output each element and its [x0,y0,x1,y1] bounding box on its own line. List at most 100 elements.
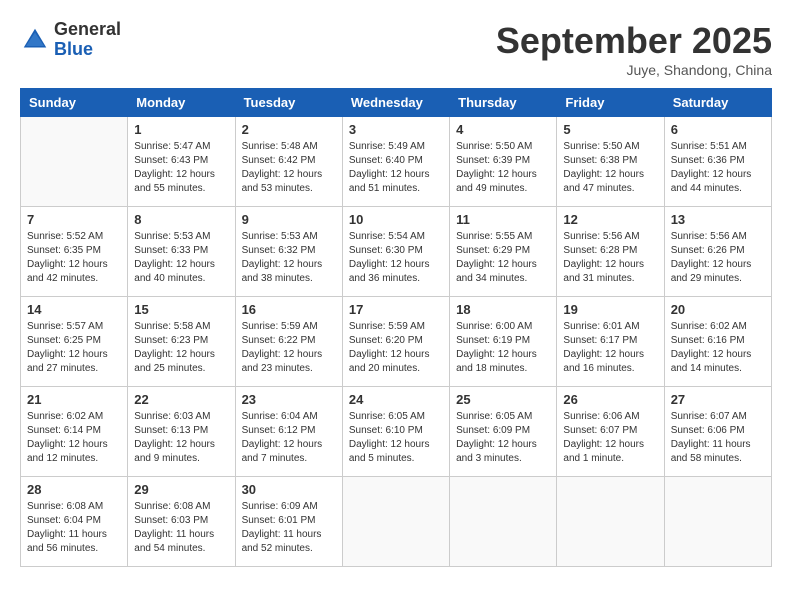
calendar-cell [664,477,771,567]
calendar-cell: 11 Sunrise: 5:55 AM Sunset: 6:29 PM Dayli… [450,207,557,297]
day-info: Sunrise: 5:59 AM Sunset: 6:20 PM Dayligh… [349,320,443,376]
calendar-table: SundayMondayTuesdayWednesdayThursdayFrid… [20,88,772,567]
day-number: 22 [134,392,228,407]
calendar-cell: 8 Sunrise: 5:53 AM Sunset: 6:33 PM Daylig… [128,207,235,297]
day-info: Sunrise: 5:56 AM Sunset: 6:28 PM Dayligh… [563,230,657,286]
calendar-cell: 1 Sunrise: 5:47 AM Sunset: 6:43 PM Daylig… [128,117,235,207]
day-number: 26 [563,392,657,407]
day-info: Sunrise: 6:02 AM Sunset: 6:16 PM Dayligh… [671,320,765,376]
logo-text: General Blue [54,20,121,60]
calendar-cell: 15Sunrise: 5:58 AM Sunset: 6:23 PM Dayli… [128,297,235,387]
page-header: General Blue September 2025 Juye, Shando… [20,20,772,78]
day-number: 10 [349,212,443,227]
calendar-cell: 28 Sunrise: 6:08 AM Sunset: 6:04 PM Dayli… [21,477,128,567]
column-header-monday: Monday [128,89,235,117]
day-info: Sunrise: 6:05 AM Sunset: 6:09 PM Dayligh… [456,410,550,466]
calendar-week-row: 28 Sunrise: 6:08 AM Sunset: 6:04 PM Dayli… [21,477,772,567]
calendar-cell: 2 Sunrise: 5:48 AM Sunset: 6:42 PM Daylig… [235,117,342,207]
calendar-cell: 19Sunrise: 6:01 AM Sunset: 6:17 PM Dayli… [557,297,664,387]
day-info: Sunrise: 6:08 AM Sunset: 6:04 PM Dayligh… [27,500,121,556]
day-info: Sunrise: 6:02 AM Sunset: 6:14 PM Dayligh… [27,410,121,466]
calendar-cell: 6 Sunrise: 5:51 AM Sunset: 6:36 PM Daylig… [664,117,771,207]
calendar-week-row: 14 Sunrise: 5:57 AM Sunset: 6:25 PM Dayli… [21,297,772,387]
day-number: 12 [563,212,657,227]
calendar-cell: 13Sunrise: 5:56 AM Sunset: 6:26 PM Dayli… [664,207,771,297]
logo: General Blue [20,20,121,60]
day-info: Sunrise: 5:53 AM Sunset: 6:32 PM Dayligh… [242,230,336,286]
calendar-cell: 4 Sunrise: 5:50 AM Sunset: 6:39 PM Daylig… [450,117,557,207]
day-info: Sunrise: 5:48 AM Sunset: 6:42 PM Dayligh… [242,140,336,196]
logo-blue-text: Blue [54,40,121,60]
day-number: 29 [134,482,228,497]
calendar-cell: 18 Sunrise: 6:00 AM Sunset: 6:19 PM Dayli… [450,297,557,387]
location: Juye, Shandong, China [496,62,772,78]
day-number: 7 [27,212,121,227]
day-number: 30 [242,482,336,497]
calendar-cell: 17 Sunrise: 5:59 AM Sunset: 6:20 PM Dayli… [342,297,449,387]
day-number: 3 [349,122,443,137]
calendar-cell: 30 Sunrise: 6:09 AM Sunset: 6:01 PM Dayli… [235,477,342,567]
calendar-cell: 22 Sunrise: 6:03 AM Sunset: 6:13 PM Dayli… [128,387,235,477]
day-info: Sunrise: 5:53 AM Sunset: 6:33 PM Dayligh… [134,230,228,286]
day-number: 25 [456,392,550,407]
column-header-wednesday: Wednesday [342,89,449,117]
day-info: Sunrise: 5:54 AM Sunset: 6:30 PM Dayligh… [349,230,443,286]
column-header-tuesday: Tuesday [235,89,342,117]
day-number: 11 [456,212,550,227]
day-number: 23 [242,392,336,407]
day-info: Sunrise: 6:07 AM Sunset: 6:06 PM Dayligh… [671,410,765,466]
day-number: 16 [242,302,336,317]
day-info: Sunrise: 6:01 AM Sunset: 6:17 PM Dayligh… [563,320,657,376]
day-number: 6 [671,122,765,137]
day-number: 4 [456,122,550,137]
calendar-cell: 14 Sunrise: 5:57 AM Sunset: 6:25 PM Dayli… [21,297,128,387]
day-info: Sunrise: 5:55 AM Sunset: 6:29 PM Dayligh… [456,230,550,286]
calendar-cell: 12 Sunrise: 5:56 AM Sunset: 6:28 PM Dayli… [557,207,664,297]
calendar-cell: 16 Sunrise: 5:59 AM Sunset: 6:22 PM Dayli… [235,297,342,387]
day-info: Sunrise: 6:09 AM Sunset: 6:01 PM Dayligh… [242,500,336,556]
calendar-cell: 26Sunrise: 6:06 AM Sunset: 6:07 PM Dayli… [557,387,664,477]
calendar-cell: 9 Sunrise: 5:53 AM Sunset: 6:32 PM Daylig… [235,207,342,297]
day-number: 17 [349,302,443,317]
day-info: Sunrise: 5:52 AM Sunset: 6:35 PM Dayligh… [27,230,121,286]
calendar-cell: 29 Sunrise: 6:08 AM Sunset: 6:03 PM Dayli… [128,477,235,567]
day-info: Sunrise: 5:50 AM Sunset: 6:39 PM Dayligh… [456,140,550,196]
calendar-cell: 23Sunrise: 6:04 AM Sunset: 6:12 PM Dayli… [235,387,342,477]
calendar-cell: 24 Sunrise: 6:05 AM Sunset: 6:10 PM Dayli… [342,387,449,477]
day-number: 28 [27,482,121,497]
day-info: Sunrise: 5:50 AM Sunset: 6:38 PM Dayligh… [563,140,657,196]
day-info: Sunrise: 6:08 AM Sunset: 6:03 PM Dayligh… [134,500,228,556]
calendar-week-row: 21Sunrise: 6:02 AM Sunset: 6:14 PM Dayli… [21,387,772,477]
calendar-cell: 3 Sunrise: 5:49 AM Sunset: 6:40 PM Daylig… [342,117,449,207]
column-header-sunday: Sunday [21,89,128,117]
day-info: Sunrise: 6:05 AM Sunset: 6:10 PM Dayligh… [349,410,443,466]
day-info: Sunrise: 6:03 AM Sunset: 6:13 PM Dayligh… [134,410,228,466]
calendar-cell: 7 Sunrise: 5:52 AM Sunset: 6:35 PM Daylig… [21,207,128,297]
day-info: Sunrise: 5:49 AM Sunset: 6:40 PM Dayligh… [349,140,443,196]
day-info: Sunrise: 5:51 AM Sunset: 6:36 PM Dayligh… [671,140,765,196]
day-info: Sunrise: 5:47 AM Sunset: 6:43 PM Dayligh… [134,140,228,196]
day-number: 1 [134,122,228,137]
day-number: 2 [242,122,336,137]
calendar-cell [450,477,557,567]
day-number: 27 [671,392,765,407]
day-info: Sunrise: 6:00 AM Sunset: 6:19 PM Dayligh… [456,320,550,376]
day-number: 18 [456,302,550,317]
day-info: Sunrise: 5:58 AM Sunset: 6:23 PM Dayligh… [134,320,228,376]
logo-general-text: General [54,20,121,40]
calendar-cell [342,477,449,567]
day-info: Sunrise: 5:59 AM Sunset: 6:22 PM Dayligh… [242,320,336,376]
column-header-friday: Friday [557,89,664,117]
day-number: 14 [27,302,121,317]
day-info: Sunrise: 5:57 AM Sunset: 6:25 PM Dayligh… [27,320,121,376]
calendar-cell: 20Sunrise: 6:02 AM Sunset: 6:16 PM Dayli… [664,297,771,387]
day-number: 9 [242,212,336,227]
calendar-week-row: 1 Sunrise: 5:47 AM Sunset: 6:43 PM Daylig… [21,117,772,207]
title-section: September 2025 Juye, Shandong, China [496,20,772,78]
column-header-thursday: Thursday [450,89,557,117]
calendar-cell: 27 Sunrise: 6:07 AM Sunset: 6:06 PM Dayli… [664,387,771,477]
day-number: 24 [349,392,443,407]
day-info: Sunrise: 5:56 AM Sunset: 6:26 PM Dayligh… [671,230,765,286]
day-number: 8 [134,212,228,227]
calendar-header-row: SundayMondayTuesdayWednesdayThursdayFrid… [21,89,772,117]
